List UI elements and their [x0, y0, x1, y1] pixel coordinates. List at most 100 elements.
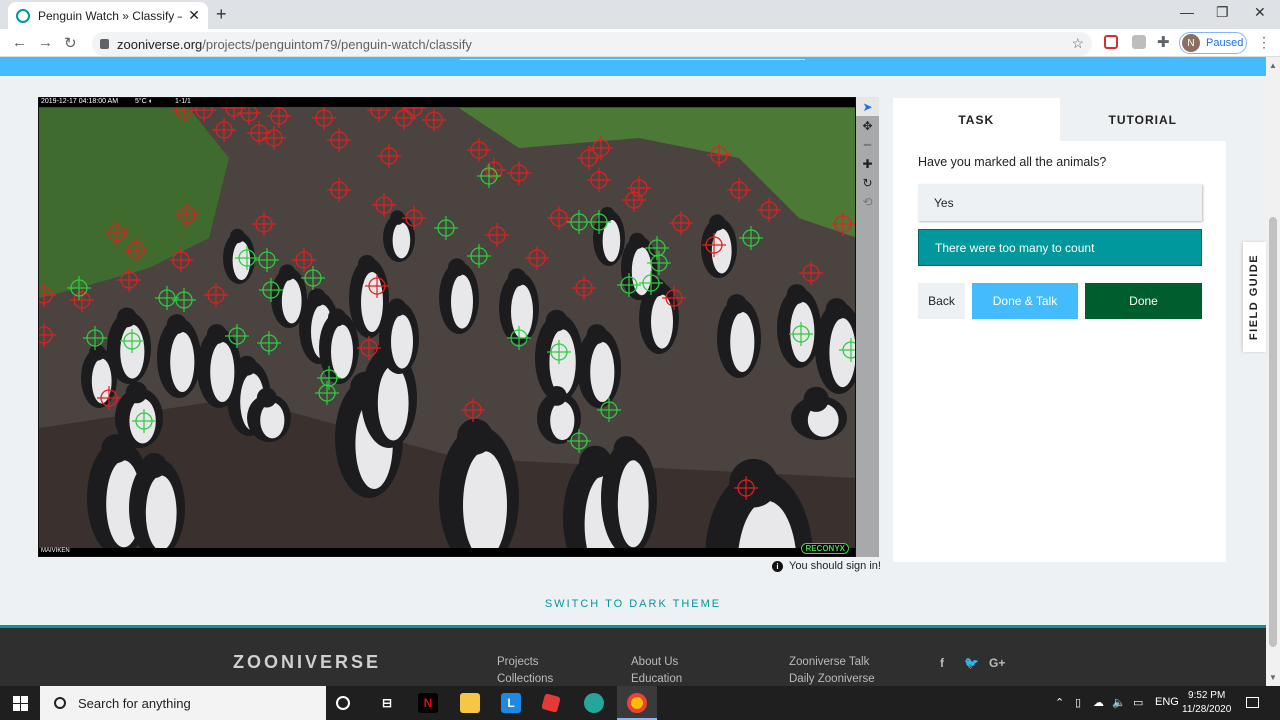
twitter-icon[interactable]: 🐦 — [964, 656, 979, 670]
penguin-belly — [829, 318, 855, 388]
rotate-icon[interactable]: ↻ — [856, 173, 879, 192]
scroll-up-icon[interactable]: ▲ — [1269, 61, 1277, 70]
browser-menu-icon[interactable]: ⋮ — [1257, 34, 1271, 51]
done-and-talk-button[interactable]: Done & Talk — [972, 283, 1078, 319]
url-host: zooniverse.org — [117, 36, 203, 52]
taskbar-search-input[interactable]: Search for anything — [40, 686, 326, 720]
bookmark-star-icon[interactable]: ☆ — [1071, 35, 1084, 52]
penguin-belly — [260, 402, 285, 439]
camera-frame: 1-1/1 — [175, 98, 191, 105]
done-button[interactable]: Done — [1085, 283, 1202, 319]
volume-icon[interactable]: 🔈 — [1112, 696, 1126, 709]
footer-link-talk[interactable]: Zooniverse Talk — [789, 656, 869, 668]
tray-device-icon[interactable]: ▯ — [1075, 696, 1081, 709]
answer-yes-button[interactable]: Yes — [918, 184, 1202, 221]
chrome-icon — [627, 693, 647, 713]
address-bar[interactable]: zooniverse.org/projects/penguintom79/pen… — [92, 32, 1092, 56]
browser-tab[interactable]: Penguin Watch » Classify — Zoo ✕ — [8, 2, 208, 29]
facebook-icon[interactable]: f — [940, 656, 944, 670]
penguin-head — [328, 308, 346, 327]
back-button[interactable]: Back — [918, 283, 965, 319]
footer-link-daily[interactable]: Daily Zooniverse — [789, 673, 875, 685]
zoom-in-icon[interactable]: ✚ — [856, 154, 879, 173]
penguin-belly — [281, 278, 302, 324]
penguin-head — [729, 458, 778, 508]
file-explorer-icon[interactable] — [460, 693, 480, 713]
extension-k-icon[interactable] — [1132, 35, 1146, 49]
switch-dark-theme-link[interactable]: SWITCH TO DARK THEME — [0, 598, 1266, 610]
penguin-head — [89, 344, 106, 361]
penguin-belly — [617, 460, 649, 548]
extensions-puzzle-icon[interactable]: ✚ — [1157, 33, 1170, 51]
lock-icon — [100, 39, 109, 49]
answer-too-many-button[interactable]: There were too many to count — [918, 229, 1202, 266]
windows-start-icon[interactable] — [0, 686, 40, 720]
penguin-head — [141, 452, 167, 479]
profile-button[interactable]: N Paused — [1179, 32, 1247, 54]
penguin-head — [116, 307, 137, 328]
edge-icon[interactable] — [584, 693, 604, 713]
task-panel: TASK TUTORIAL Have you marked all the an… — [893, 98, 1226, 562]
onedrive-cloud-icon[interactable]: ☁ — [1093, 696, 1104, 709]
penguin-head — [206, 324, 227, 344]
task-view-icon[interactable]: ⊟ — [377, 693, 397, 713]
penguin-belly — [170, 332, 195, 392]
minimize-button[interactable]: — — [1180, 4, 1194, 20]
project-header-strip — [0, 57, 1266, 76]
penguin-belly — [730, 312, 755, 372]
field-guide-tab[interactable]: FIELD GUIDE — [1243, 242, 1266, 352]
zoom-out-icon[interactable]: ━ — [856, 135, 879, 154]
subject-image[interactable]: 2019-12-17 04:18:00 AM 5°C ◐ 1-1/1 MAIVI… — [38, 97, 856, 557]
roblox-icon[interactable] — [541, 693, 561, 713]
footer-link-education[interactable]: Education — [631, 673, 682, 685]
scroll-down-icon[interactable]: ▼ — [1269, 673, 1277, 682]
zooniverse-logo[interactable]: ZOONIVERSE — [233, 652, 381, 673]
tab-tutorial[interactable]: TUTORIAL — [1059, 98, 1226, 141]
tab-close-icon[interactable]: ✕ — [188, 7, 200, 24]
reset-icon[interactable]: ⟲ — [856, 192, 879, 211]
extension-shield-icon[interactable] — [1104, 35, 1118, 49]
penguin-scene[interactable] — [39, 98, 856, 557]
penguin-head — [546, 386, 567, 406]
footer-link-collections[interactable]: Collections — [497, 673, 553, 685]
reload-icon[interactable]: ↻ — [64, 34, 77, 52]
tray-chevron-icon[interactable]: ⌃ — [1055, 696, 1064, 709]
footer-link-about[interactable]: About Us — [631, 656, 678, 668]
field-guide-label: FIELD GUIDE — [1248, 253, 1261, 341]
camera-name: MAIVIKEN — [41, 548, 70, 554]
penguin-head — [586, 324, 607, 344]
tab-title: Penguin Watch » Classify — Zoo — [38, 8, 182, 23]
l-app-icon[interactable]: L — [501, 693, 521, 713]
page-scrollbar[interactable]: ▲ ▼ — [1266, 57, 1280, 686]
scrollbar-thumb[interactable] — [1269, 217, 1277, 647]
pointer-icon[interactable]: ➤ — [856, 97, 879, 116]
cortana-icon[interactable] — [336, 696, 350, 710]
google-plus-icon[interactable]: G+ — [989, 656, 1005, 670]
penguin-belly — [391, 314, 413, 369]
clock[interactable]: 9:52 PM 11/28/2020 — [1182, 689, 1231, 717]
footer-link-projects[interactable]: Projects — [497, 656, 539, 668]
notifications-icon[interactable] — [1246, 697, 1259, 708]
netflix-icon[interactable]: N — [418, 693, 438, 713]
camera-timestamp: 2019-12-17 04:18:00 AM — [41, 98, 119, 105]
penguin-belly — [331, 324, 353, 379]
signin-notice[interactable]: i You should sign in! — [772, 560, 881, 572]
back-arrow-icon[interactable]: ← — [12, 34, 27, 51]
camera-info-bar: 2019-12-17 04:18:00 AM 5°C ◐ 1-1/1 — [39, 98, 855, 107]
penguin-head — [508, 268, 526, 287]
forward-arrow-icon[interactable]: → — [38, 34, 53, 51]
new-tab-button[interactable]: + — [216, 4, 227, 25]
network-icon[interactable]: ▭ — [1133, 696, 1143, 709]
chrome-taskbar-active[interactable] — [617, 686, 657, 720]
image-toolbar: ➤ ✥ ━ ✚ ↻ ⟲ — [856, 97, 879, 557]
penguin-belly — [377, 365, 409, 441]
maximize-button[interactable]: ❐ — [1216, 4, 1229, 21]
move-icon[interactable]: ✥ — [856, 116, 879, 135]
tab-task[interactable]: TASK — [893, 98, 1060, 141]
panel-tabs: TASK TUTORIAL — [893, 98, 1226, 141]
language-indicator[interactable]: ENG — [1155, 696, 1179, 708]
penguin-belly — [210, 342, 235, 402]
close-window-button[interactable]: ✕ — [1254, 4, 1266, 21]
browser-tab-strip: Penguin Watch » Classify — Zoo ✕ + — ❐ ✕ — [0, 0, 1280, 29]
penguin-head — [613, 436, 639, 462]
